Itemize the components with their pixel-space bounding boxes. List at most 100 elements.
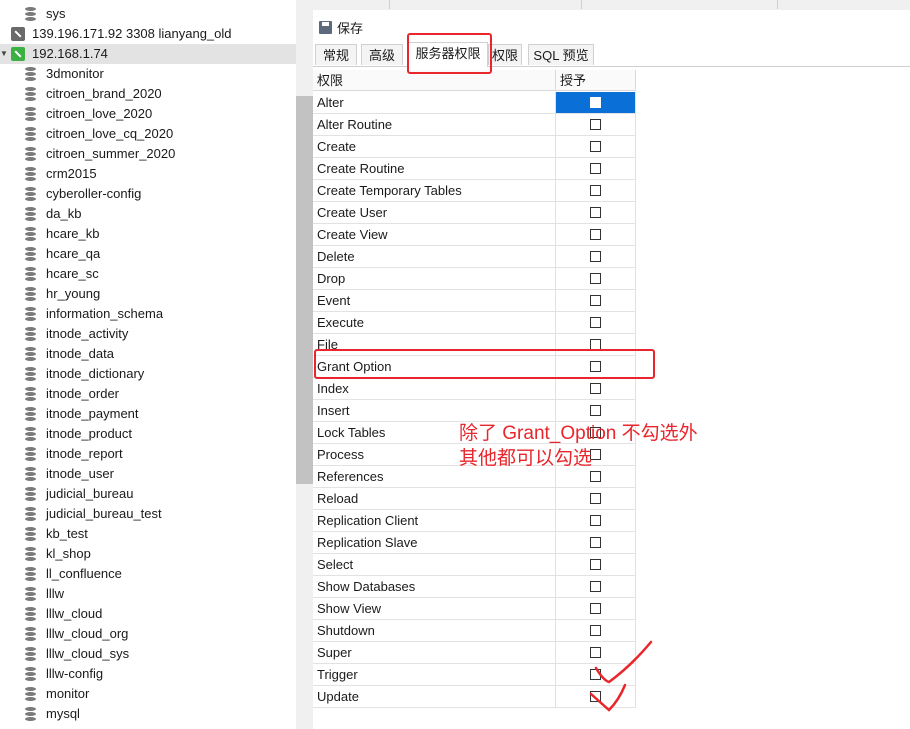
tree-database-label: hr_young [46,286,101,301]
tree-database-label: kl_shop [46,546,91,561]
tree-database-label: itnode_product [46,426,133,441]
tree-database[interactable]: citroen_brand_2020 [0,84,296,104]
database-icon [25,87,36,101]
database-icon [25,227,36,241]
tree-database[interactable]: information_schema [0,304,296,324]
database-icon [25,187,36,201]
tree-database-label: lllw-config [46,666,104,681]
database-icon [25,407,36,421]
tree-database[interactable]: lllw_cloud [0,604,296,624]
tree-database[interactable]: itnode_user [0,464,296,484]
database-icon [25,687,36,701]
connection-icon [11,27,25,41]
tree-database[interactable]: citroen_summer_2020 [0,144,296,164]
database-icon [25,627,36,641]
tree-database-label: judicial_bureau_test [46,506,162,521]
tree-database[interactable]: itnode_product [0,424,296,444]
tree-database-label: kb_test [46,526,88,541]
tree-database[interactable]: da_kb [0,204,296,224]
tree-database[interactable]: mysql [0,704,296,724]
database-icon [25,427,36,441]
tree-database-label: itnode_activity [46,326,129,341]
tree-database-label: lllw_cloud [46,606,103,621]
database-icon [25,167,36,181]
tree-database[interactable]: hcare_kb [0,224,296,244]
tree-database-label: hcare_qa [46,246,101,261]
tree-database-label: monitor [46,686,90,701]
database-icon [25,507,36,521]
database-icon [25,647,36,661]
database-icon [25,387,36,401]
tree-database[interactable]: itnode_data [0,344,296,364]
database-icon [25,587,36,601]
tree-database-label: citroen_love_2020 [46,106,153,121]
tree-connection[interactable]: 139.196.171.92 3308 lianyang_old [0,24,296,44]
database-icon [25,327,36,341]
tree-database-label: crm2015 [46,166,97,181]
tree-database[interactable]: hcare_sc [0,264,296,284]
tree-database[interactable]: lllw_cloud_sys [0,644,296,664]
tree-database-label: citroen_brand_2020 [46,86,162,101]
tree-database-label: 3dmonitor [46,66,104,81]
database-icon [25,447,36,461]
database-icon [25,467,36,481]
handwritten-checkmarks [589,640,653,712]
tree-database[interactable]: citroen_love_2020 [0,104,296,124]
database-icon [25,667,36,681]
database-icon [25,707,36,721]
tree-database[interactable]: citroen_love_cq_2020 [0,124,296,144]
tree-database-label: citroen_summer_2020 [46,146,176,161]
tree-connection[interactable]: ▼ 192.168.1.74 [0,44,296,64]
database-icon [25,307,36,321]
checkmark-update [589,683,627,712]
database-icon [25,527,36,541]
tree-database[interactable]: kl_shop [0,544,296,564]
checkmark-trigger [594,640,653,684]
database-icon [25,607,36,621]
tree-database[interactable]: 3dmonitor [0,64,296,84]
user-editor-panel: 保存 常规 高级 服务器权限 权限 SQL 预览 权限 授予 Alter Alte… [313,0,910,729]
tree-database[interactable]: ll_confluence [0,564,296,584]
database-icon [25,487,36,501]
tree-database[interactable]: itnode_report [0,444,296,464]
tree-database-label: lllw_cloud_sys [46,646,130,661]
tree-database-label: information_schema [46,306,164,321]
tree-database[interactable]: hr_young [0,284,296,304]
tree-database[interactable]: crm2015 [0,164,296,184]
tree-database-label: citroen_love_cq_2020 [46,126,174,141]
tree-database[interactable]: judicial_bureau [0,484,296,504]
database-icon [25,567,36,581]
tree-database-label: itnode_order [46,386,119,401]
tree-scrollbar-thumb[interactable] [296,96,313,484]
tree-database-label: cyberoller-config [46,186,142,201]
tree-database[interactable]: hcare_qa [0,244,296,264]
tree-database[interactable]: lllw [0,584,296,604]
connection-tree[interactable]: sys 139.196.171.92 3308 lianyang_old ▼ 192… [0,0,296,729]
tree-database[interactable]: itnode_activity [0,324,296,344]
tree-database[interactable]: itnode_payment [0,404,296,424]
database-icon [25,7,36,21]
tree-database-label: hcare_sc [46,266,99,281]
database-icon [25,207,36,221]
tree-database[interactable]: itnode_order [0,384,296,404]
tree-database[interactable]: judicial_bureau_test [0,504,296,524]
tree-database[interactable]: monitor [0,684,296,704]
tree-database[interactable]: lllw-config [0,664,296,684]
tree-database-label: mysql [46,706,80,721]
tree-database[interactable]: kb_test [0,524,296,544]
database-icon [25,127,36,141]
tree-database-label: itnode_data [46,346,114,361]
tree-database[interactable]: cyberoller-config [0,184,296,204]
tree-item-sys[interactable]: sys [0,4,296,24]
database-icon [25,287,36,301]
tree-database-label: da_kb [46,206,82,221]
tree-database-label: itnode_user [46,466,114,481]
tree-database-label: ll_confluence [46,566,122,581]
tree-connection-label: 139.196.171.92 3308 lianyang_old [32,26,232,41]
tree-database[interactable]: itnode_dictionary [0,364,296,384]
chevron-down-icon[interactable]: ▼ [0,44,10,64]
tree-database-label: judicial_bureau [46,486,134,501]
tree-database[interactable]: lllw_cloud_org [0,624,296,644]
database-icon [25,367,36,381]
database-icon [25,347,36,361]
